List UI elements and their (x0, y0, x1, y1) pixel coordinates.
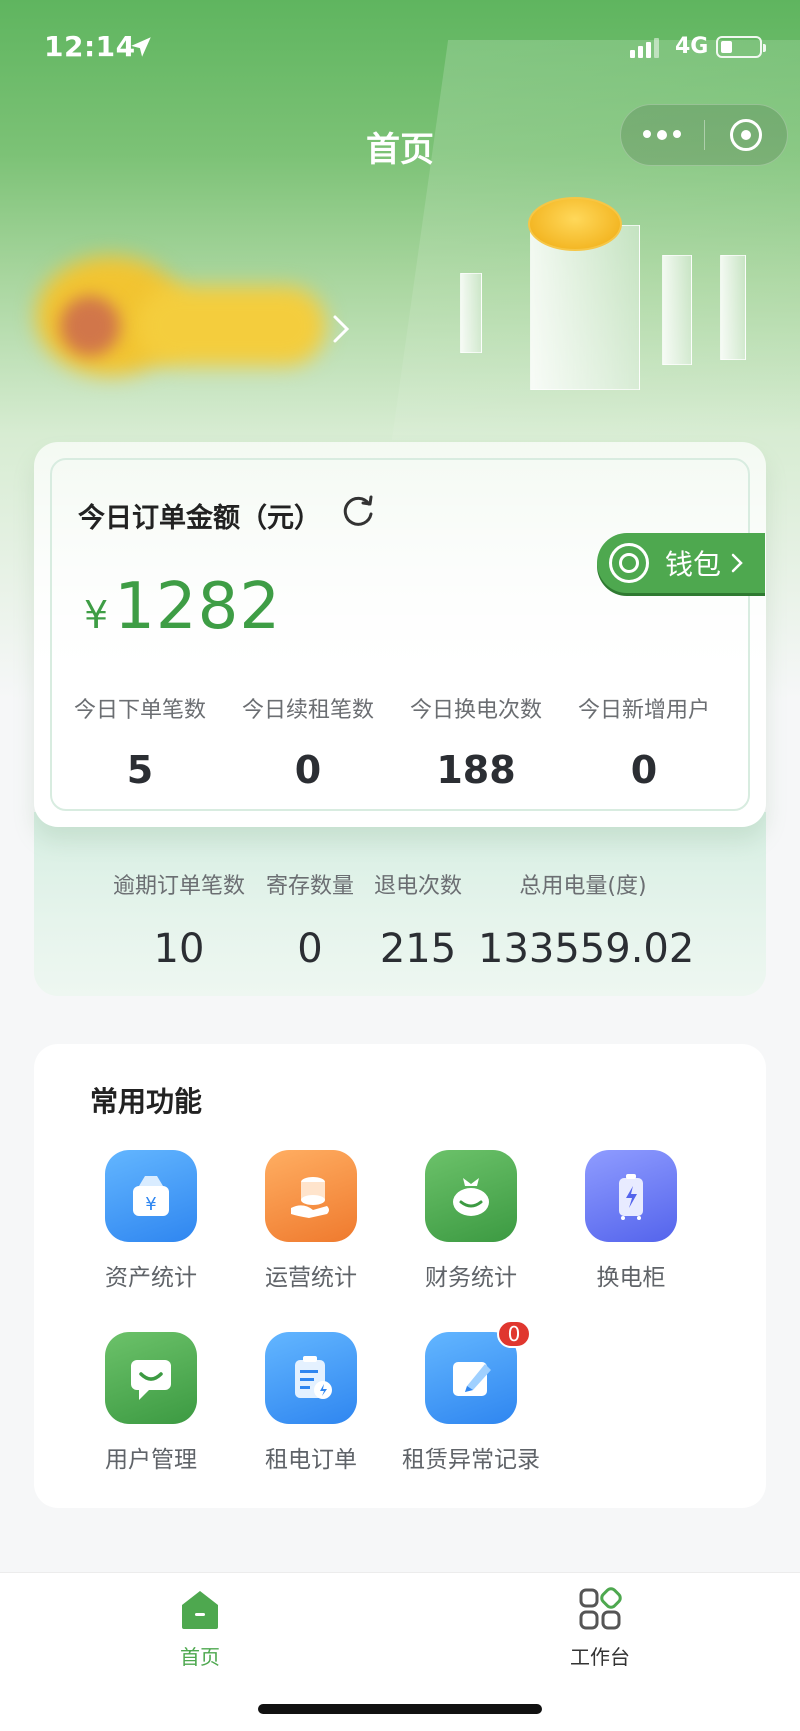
stat-value: 188 (436, 748, 516, 792)
stat-battery-returns: 退电次数 215 (368, 868, 468, 972)
card-title: 今日订单金额（元） (78, 503, 321, 534)
stat-value: 0 (630, 748, 658, 792)
stat-swaps: 今日换电次数 188 (392, 692, 560, 792)
stat-value: 0 (294, 748, 322, 792)
home-icon (182, 1591, 218, 1629)
signal-icon (630, 38, 659, 58)
order-clipboard-icon (265, 1332, 357, 1424)
stat-label: 逾期订单笔数 (112, 874, 245, 899)
miniprogram-capsule (620, 104, 788, 166)
stat-label: 总用电量(度) (519, 874, 647, 899)
coin-stack-icon (265, 1150, 357, 1242)
stat-label: 寄存数量 (265, 874, 354, 899)
function-label: 财务统计 (425, 1265, 517, 1291)
svg-text:¥: ¥ (145, 1194, 156, 1215)
stat-value: 215 (379, 926, 457, 972)
today-summary-card: 今日订单金额（元） ¥ 1282 今日下单笔数 5 今日续租笔数 0 今日换电次… (34, 442, 766, 827)
chevron-right-icon (731, 553, 743, 573)
stat-value: 10 (153, 926, 205, 972)
order-amount: ¥ 1282 (84, 570, 281, 644)
function-label: 运营统计 (265, 1265, 357, 1291)
coin-icon (528, 197, 622, 251)
function-label: 租电订单 (265, 1447, 357, 1473)
function-finance-stats[interactable]: 财务统计 (396, 1150, 546, 1292)
battery-level (721, 41, 732, 53)
building-illustration (460, 195, 780, 445)
secondary-stats-row: 逾期订单笔数 10 寄存数量 0 退电次数 215 总用电量(度) 133559… (0, 868, 800, 988)
stat-new-users: 今日新增用户 0 (560, 692, 728, 792)
stat-label: 今日续租笔数 (241, 698, 374, 723)
stat-renewals: 今日续租笔数 0 (224, 692, 392, 792)
status-time: 12:14 (44, 30, 136, 63)
function-user-management[interactable]: 用户管理 (76, 1332, 226, 1474)
wallet-icon (609, 543, 649, 583)
stat-label: 今日换电次数 (409, 698, 542, 723)
tab-label: 工作台 (570, 1645, 630, 1669)
tab-label: 首页 (180, 1645, 220, 1669)
stat-label: 今日下单笔数 (73, 698, 206, 723)
grid-apps-icon (579, 1587, 622, 1630)
chevron-right-icon[interactable] (332, 314, 350, 344)
status-bar: 12:14 4G (0, 0, 800, 96)
stat-total-power: 总用电量(度) 133559.02 (478, 868, 695, 972)
stat-label: 退电次数 (373, 874, 462, 899)
stat-storage-count: 寄存数量 0 (262, 868, 358, 972)
section-title: 常用功能 (90, 1085, 203, 1118)
common-functions-panel: 常用功能 ¥ 资产统计 运营统计 财务统计 换电柜 用户管理 租电订单 0 租赁… (34, 1044, 766, 1508)
today-stats-row: 今日下单笔数 5 今日续租笔数 0 今日换电次数 188 今日新增用户 0 (56, 692, 744, 792)
function-label: 用户管理 (105, 1447, 197, 1473)
amount-value: 1282 (114, 570, 282, 644)
notification-badge: 0 (497, 1320, 531, 1348)
stat-value: 5 (126, 748, 154, 792)
stat-value: 0 (297, 926, 323, 972)
function-battery-cabinet[interactable]: 换电柜 (556, 1150, 706, 1292)
location-arrow-icon (131, 37, 151, 57)
function-rental-exceptions[interactable]: 0 租赁异常记录 (386, 1320, 556, 1474)
wallet-label: 钱包 (665, 548, 722, 581)
far-right-pillar (720, 255, 746, 360)
refresh-icon[interactable] (339, 492, 377, 530)
stat-label: 今日新增用户 (577, 698, 710, 723)
tab-home[interactable]: 首页 (140, 1587, 260, 1670)
more-menu-button[interactable] (621, 130, 704, 140)
asset-bag-icon: ¥ (105, 1150, 197, 1242)
battery-cabinet-icon (585, 1150, 677, 1242)
stat-overdue-orders: 逾期订单笔数 10 (108, 868, 250, 972)
function-label: 租赁异常记录 (402, 1447, 540, 1473)
function-asset-stats[interactable]: ¥ 资产统计 (76, 1150, 226, 1292)
function-label: 换电柜 (596, 1265, 666, 1291)
currency-symbol: ¥ (84, 593, 109, 637)
right-tower (662, 255, 692, 365)
stat-orders: 今日下单笔数 5 (56, 692, 224, 792)
close-miniprogram-button[interactable] (705, 119, 788, 151)
edit-note-icon: 0 (425, 1320, 531, 1424)
home-indicator (258, 1704, 542, 1714)
stat-value: 133559.02 (478, 926, 695, 972)
blurred-account-name[interactable] (36, 236, 326, 386)
money-bag-icon (425, 1150, 517, 1242)
function-rental-orders[interactable]: 租电订单 (236, 1332, 386, 1474)
function-operation-stats[interactable]: 运营统计 (236, 1150, 386, 1292)
function-label: 资产统计 (105, 1265, 197, 1291)
target-icon (729, 119, 762, 151)
left-pillar (460, 273, 482, 353)
battery-icon (716, 36, 766, 58)
wallet-button[interactable]: 钱包 (597, 533, 765, 593)
network-type: 4G (675, 34, 709, 59)
tab-workbench[interactable]: 工作台 (540, 1587, 660, 1670)
user-chat-icon (105, 1332, 197, 1424)
